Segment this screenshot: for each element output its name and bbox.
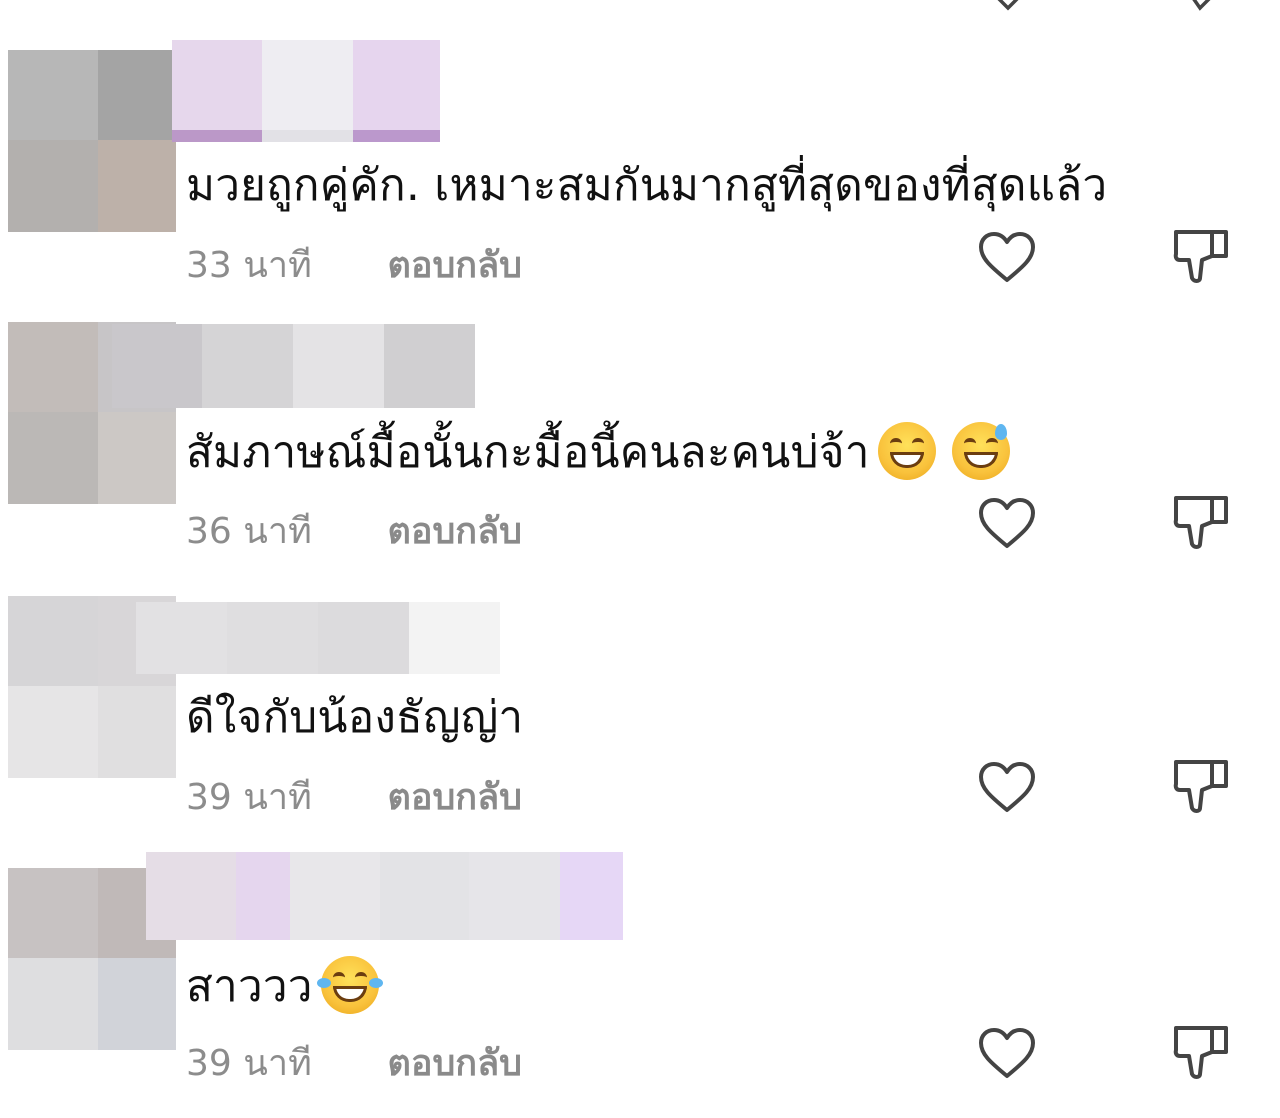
- username-redacted[interactable]: [146, 852, 623, 940]
- comment-time: 39 นาที: [186, 1043, 312, 1084]
- username-blur-cell: [146, 852, 236, 940]
- comment-text: ดีใจกับน้องธัญญ่า: [186, 692, 523, 744]
- avatar[interactable]: [8, 50, 176, 232]
- username-blur-cell: [262, 40, 353, 142]
- heart-icon[interactable]: [978, 232, 1036, 284]
- comment-text: มวยถูกคู่คัก. เหมาะสมกันมากสูที่สุดของที…: [186, 160, 1107, 212]
- avatar-blur-cell: [98, 50, 176, 140]
- heart-icon[interactable]: [978, 498, 1036, 550]
- comment-meta: 33 นาที ตอบกลับ: [186, 236, 522, 293]
- username-blur-cell: [293, 324, 384, 408]
- avatar-blur-cell: [8, 412, 98, 504]
- avatar-blur-cell: [8, 686, 98, 778]
- avatar-blur-cell: [8, 596, 98, 686]
- comment-text-content: ดีใจกับน้องธัญญ่า: [186, 692, 524, 743]
- comment-item: มวยถูกคู่คัก. เหมาะสมกันมากสูที่สุดของที…: [0, 40, 1280, 290]
- username-redacted[interactable]: [172, 40, 440, 142]
- avatar-blur-cell: [98, 412, 176, 504]
- thumbs-down-icon[interactable]: [1172, 1022, 1230, 1082]
- username-blur-cell: [236, 852, 290, 940]
- heart-icon[interactable]: [978, 1028, 1036, 1080]
- username-blur-cell: [380, 852, 469, 940]
- avatar-blur-cell: [8, 50, 98, 140]
- username-blur-cell: [202, 324, 293, 408]
- comment-meta: 39 นาที ตอบกลับ: [186, 768, 522, 825]
- username-blur-cell: [290, 852, 380, 940]
- username-blur-cell: [384, 324, 475, 408]
- avatar-blur-cell: [8, 140, 98, 232]
- avatar-blur-cell: [8, 868, 98, 958]
- username-blur-cell: [172, 40, 262, 142]
- avatar-blur-cell: [8, 958, 98, 1050]
- comment-text-content: มวยถูกคู่คัก. เหมาะสมกันมากสูที่สุดของที…: [186, 160, 1108, 211]
- previous-comment-actions-partial: [0, 0, 1280, 18]
- comment-time: 36 นาที: [186, 511, 312, 552]
- comment-text-content: สาววว: [186, 961, 313, 1012]
- thumbs-down-icon[interactable]: [1172, 226, 1230, 286]
- username-blur-cell: [136, 602, 227, 674]
- avatar-blur-cell: [98, 686, 176, 778]
- username-blur-cell: [353, 40, 440, 142]
- comment-meta: 36 นาที ตอบกลับ: [186, 502, 522, 559]
- avatar-blur-cell: [98, 958, 176, 1050]
- comment-item: สาววว 39 นาที ตอบกลับ: [0, 852, 1280, 1102]
- username-blur-cell: [469, 852, 560, 940]
- avatar-blur-cell: [98, 140, 176, 232]
- comment-time: 39 นาที: [186, 777, 312, 818]
- heart-icon[interactable]: [978, 762, 1036, 814]
- username-blur-cell: [409, 602, 500, 674]
- reply-button[interactable]: ตอบกลับ: [387, 768, 522, 825]
- reply-button[interactable]: ตอบกลับ: [387, 502, 522, 559]
- username-redacted[interactable]: [136, 602, 500, 674]
- reply-button[interactable]: ตอบกลับ: [387, 1034, 522, 1091]
- comment-item: สัมภาษณ์มื้อนั้นกะมื้อนี้คนละคนบ่จ้า 36 …: [0, 322, 1280, 572]
- comment-text: สัมภาษณ์มื้อนั้นกะมื้อนี้คนละคนบ่จ้า: [186, 422, 1010, 484]
- username-redacted[interactable]: [112, 324, 475, 408]
- thumbs-down-icon[interactable]: [1172, 492, 1230, 552]
- thumbs-down-icon[interactable]: [1172, 756, 1230, 816]
- username-blur-cell: [227, 602, 318, 674]
- grinning-face-emoji: [877, 422, 936, 480]
- heart-icon-partial[interactable]: [996, 0, 1020, 12]
- reply-button[interactable]: ตอบกลับ: [387, 236, 522, 293]
- grinning-face-with-sweat-emoji: [951, 422, 1010, 480]
- comment-item: ดีใจกับน้องธัญญ่า 39 นาที ตอบกลับ: [0, 596, 1280, 846]
- username-blur-cell: [112, 324, 202, 408]
- comment-text-content: สัมภาษณ์มื้อนั้นกะมื้อนี้คนละคนบ่จ้า: [186, 427, 870, 478]
- username-blur-cell: [318, 602, 409, 674]
- thumbs-down-icon-partial[interactable]: [1190, 0, 1214, 12]
- avatar-blur-cell: [8, 322, 98, 412]
- username-blur-cell: [560, 852, 623, 940]
- comment-meta: 39 นาที ตอบกลับ: [186, 1034, 522, 1091]
- comment-time: 33 นาที: [186, 245, 312, 286]
- face-with-tears-of-joy-emoji: [316, 956, 383, 1014]
- comment-text: สาววว: [186, 956, 383, 1018]
